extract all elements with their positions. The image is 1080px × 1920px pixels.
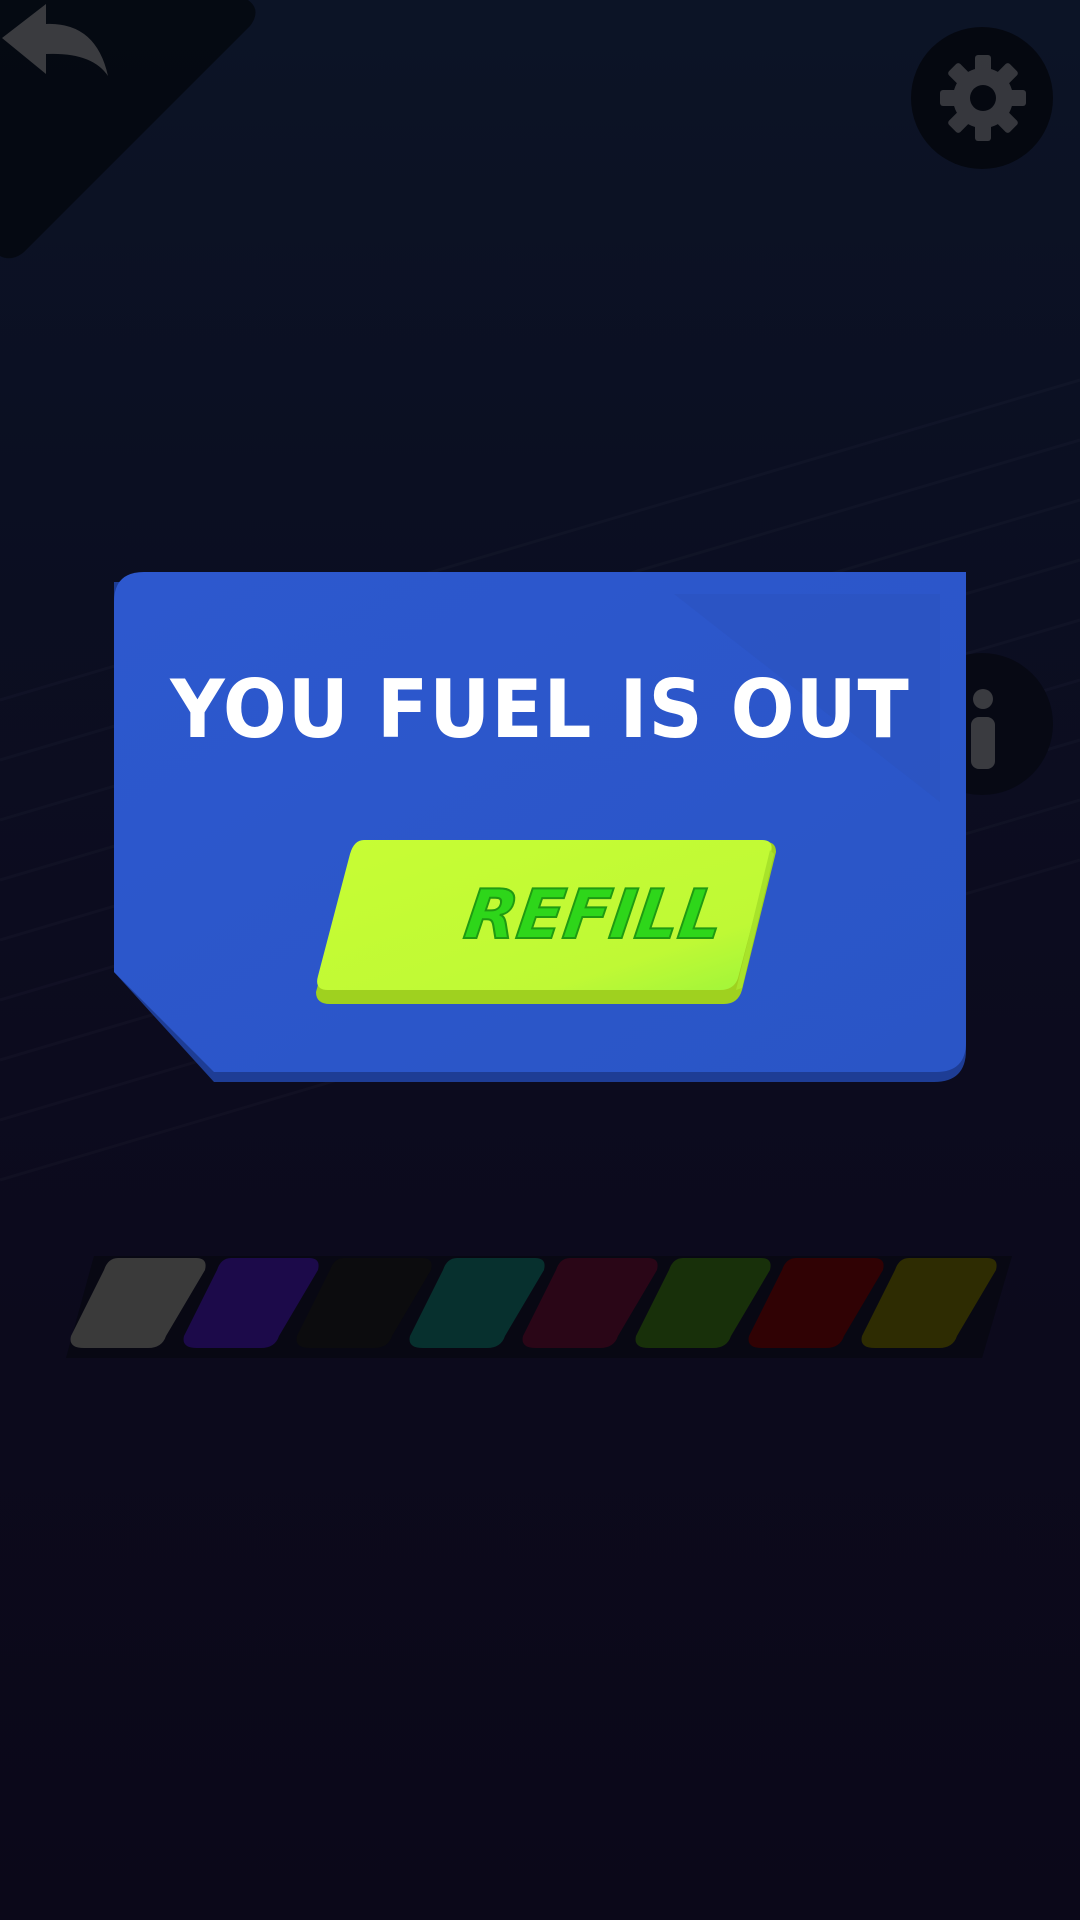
dialog-title: YOU FUEL IS OUT <box>170 663 910 756</box>
refill-button[interactable]: REFILL <box>314 840 884 1006</box>
color-swatch-strip <box>66 1252 1014 1358</box>
refill-button-label: REFILL <box>459 875 729 956</box>
swatch-row <box>66 1256 1012 1358</box>
fuel-out-dialog: YOU FUEL IS OUT REFILL <box>114 572 966 1084</box>
info-icon <box>971 689 995 769</box>
gear-icon <box>940 55 1026 141</box>
back-arrow-icon <box>2 4 108 76</box>
dialog-panel <box>114 572 966 1082</box>
back-button[interactable] <box>0 0 260 260</box>
settings-button[interactable] <box>911 27 1053 169</box>
